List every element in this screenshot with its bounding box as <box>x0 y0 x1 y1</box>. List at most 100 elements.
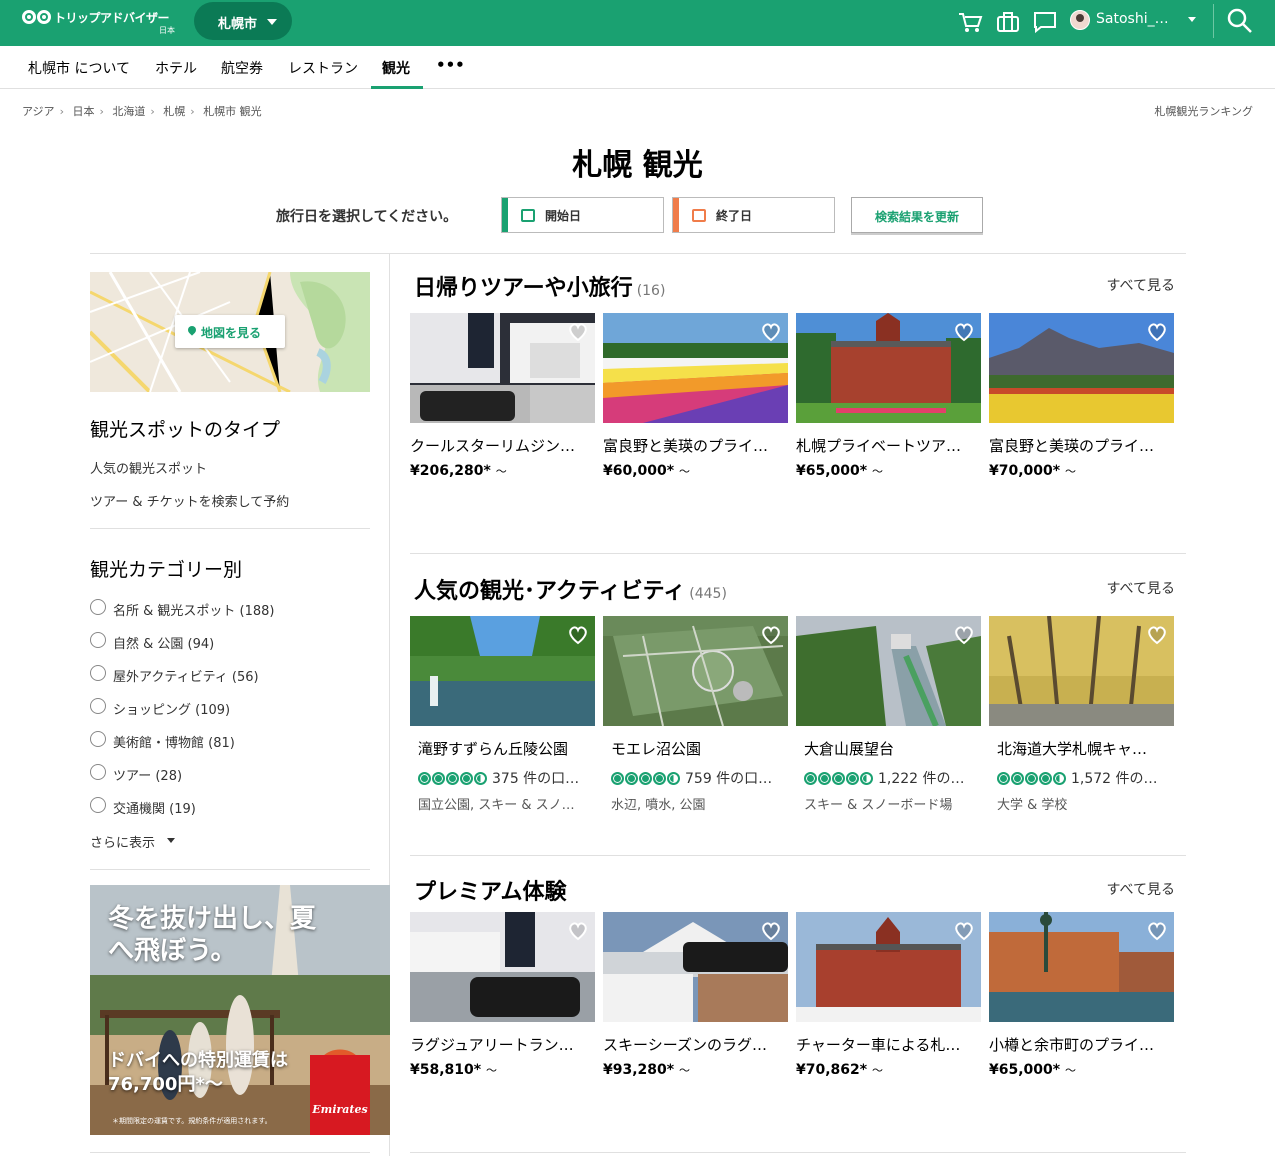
heart-icon[interactable] <box>567 624 589 646</box>
price-suffix: ～ <box>678 465 690 478</box>
ad-offer: ドバイへの特別運賃は 76,700円*～ <box>108 1049 288 1097</box>
tripadvisor-logo[interactable]: トリップアドバイザー 日本 <box>22 8 182 38</box>
tour-name[interactable]: 札幌プライベートツア… <box>796 435 976 456</box>
end-date-field[interactable]: 終了日 <box>672 197 835 233</box>
heart-icon[interactable] <box>953 321 975 343</box>
breadcrumb-current: 札幌市 観光 <box>203 105 262 118</box>
view-map-button[interactable]: 地図を見る <box>175 315 285 348</box>
nav-flights[interactable]: 航空券 <box>221 58 263 78</box>
start-date-field[interactable]: 開始日 <box>501 197 664 233</box>
attraction-name[interactable]: 北海道大学札幌キャ… <box>997 738 1167 759</box>
update-results-button[interactable]: 検索結果を更新 <box>851 197 983 233</box>
premium-section-title: プレミアム体験 <box>414 880 567 905</box>
tour-price: ¥206,280* ～ <box>410 463 507 479</box>
city-selector[interactable]: 札幌市 <box>194 2 292 40</box>
heart-icon[interactable] <box>953 920 975 942</box>
tours-see-all-link[interactable]: すべて見る <box>1107 275 1175 295</box>
heart-icon[interactable] <box>760 920 782 942</box>
rating-half-bubble-icon <box>860 772 873 785</box>
rating: 1,222 件の… <box>804 768 979 786</box>
rating: 1,572 件の… <box>997 768 1172 786</box>
divider <box>410 855 1186 856</box>
emirates-ad[interactable]: 冬を抜け出し、夏へ飛ぼう。 ドバイへの特別運賃は 76,700円*～ ＊期間限定… <box>90 885 390 1135</box>
premium-name[interactable]: 小樽と余市町のプライ… <box>989 1034 1169 1055</box>
chevron-right-icon: › <box>150 105 155 118</box>
divider <box>90 869 370 870</box>
premium-price: ¥58,810* ～ <box>410 1062 497 1078</box>
attraction-name[interactable]: 大倉山展望台 <box>804 738 974 759</box>
premium-name[interactable]: チャーター車による札… <box>796 1034 976 1055</box>
nav-attractions[interactable]: 観光 <box>382 58 410 78</box>
tours-tickets-link[interactable]: ツアー & チケットを検索して予約 <box>90 491 289 510</box>
rating-bubble-icon <box>625 772 638 785</box>
chevron-down-icon <box>167 838 175 843</box>
premium-see-all-link[interactable]: すべて見る <box>1107 879 1175 899</box>
heart-icon[interactable] <box>1146 920 1168 942</box>
heart-icon[interactable] <box>760 624 782 646</box>
rating-bubble-icon <box>1039 772 1052 785</box>
review-count[interactable]: 375 件の口… <box>492 771 579 786</box>
radio-button[interactable] <box>90 731 106 747</box>
attraction-name[interactable]: 滝野すずらん丘陵公園 <box>418 738 588 759</box>
tour-name[interactable]: クールスターリムジン… <box>410 435 590 456</box>
chevron-right-icon: › <box>99 105 104 118</box>
nav-about[interactable]: 札幌市 について <box>28 58 130 78</box>
trips-icon[interactable] <box>995 9 1021 35</box>
owl-logo-icon <box>22 10 56 24</box>
radio-button[interactable] <box>90 698 106 714</box>
ranking-link[interactable]: 札幌観光ランキング <box>1154 103 1253 119</box>
breadcrumb-japan[interactable]: 日本 <box>72 105 94 118</box>
rating-bubble-icon <box>446 772 459 785</box>
map-pin-icon <box>186 324 198 336</box>
user-menu[interactable]: Satoshi_… <box>1070 9 1205 35</box>
page-title: 札幌 観光 <box>572 148 703 183</box>
heart-icon[interactable] <box>567 321 589 343</box>
price-value: ¥93,280* <box>603 1062 675 1078</box>
review-count[interactable]: 759 件の口… <box>685 771 772 786</box>
breadcrumb-asia[interactable]: アジア <box>22 105 55 118</box>
brand-name: Emirates <box>312 1103 368 1116</box>
rating-bubble-icon <box>846 772 859 785</box>
heart-icon[interactable] <box>1146 624 1168 646</box>
heart-icon[interactable] <box>760 321 782 343</box>
breadcrumb-hokkaido[interactable]: 北海道 <box>112 105 145 118</box>
radio-button[interactable] <box>90 599 106 615</box>
rating-bubble-icon <box>418 772 431 785</box>
premium-name[interactable]: ラグジュアリートラン… <box>410 1034 590 1055</box>
heart-icon[interactable] <box>953 624 975 646</box>
radio-button[interactable] <box>90 797 106 813</box>
nav-restaurants[interactable]: レストラン <box>288 58 358 78</box>
rating-bubble-icon <box>1011 772 1024 785</box>
start-date-bar <box>502 198 508 232</box>
price-value: ¥65,000* <box>796 463 868 479</box>
attraction-category: 水辺, 噴水, 公園 <box>611 798 706 813</box>
messages-icon[interactable] <box>1032 9 1058 35</box>
divider <box>410 553 1186 554</box>
nav-hotels[interactable]: ホテル <box>155 58 197 78</box>
search-icon[interactable] <box>1226 7 1254 35</box>
price-value: ¥60,000* <box>603 463 675 479</box>
tour-name[interactable]: 富良野と美瑛のプライ… <box>989 435 1169 456</box>
attraction-name[interactable]: モエレ沼公園 <box>611 738 781 759</box>
tour-name[interactable]: 富良野と美瑛のプライ… <box>603 435 783 456</box>
chevron-down-icon <box>1188 17 1196 22</box>
cart-icon[interactable] <box>957 9 983 35</box>
end-date-label: 終了日 <box>716 209 753 223</box>
divider <box>90 1152 370 1153</box>
popular-spots-link[interactable]: 人気の観光スポット <box>90 458 207 477</box>
show-more-link[interactable]: さらに表示 <box>90 832 175 851</box>
review-count[interactable]: 1,222 件の… <box>878 771 965 786</box>
popular-see-all-link[interactable]: すべて見る <box>1107 578 1175 598</box>
radio-button[interactable] <box>90 764 106 780</box>
price-suffix: ～ <box>485 1064 497 1077</box>
nav-more[interactable]: ••• <box>436 56 465 74</box>
heart-icon[interactable] <box>1146 321 1168 343</box>
radio-button[interactable] <box>90 632 106 648</box>
radio-button[interactable] <box>90 665 106 681</box>
ad-fine-print: ＊期間限定の運賃です。規約条件が適用されます。 <box>112 1117 272 1125</box>
review-count[interactable]: 1,572 件の… <box>1071 771 1158 786</box>
premium-name[interactable]: スキーシーズンのラグ… <box>603 1034 783 1055</box>
breadcrumb-sapporo[interactable]: 札幌 <box>163 105 185 118</box>
price-value: ¥70,862* <box>796 1062 868 1078</box>
heart-icon[interactable] <box>567 920 589 942</box>
